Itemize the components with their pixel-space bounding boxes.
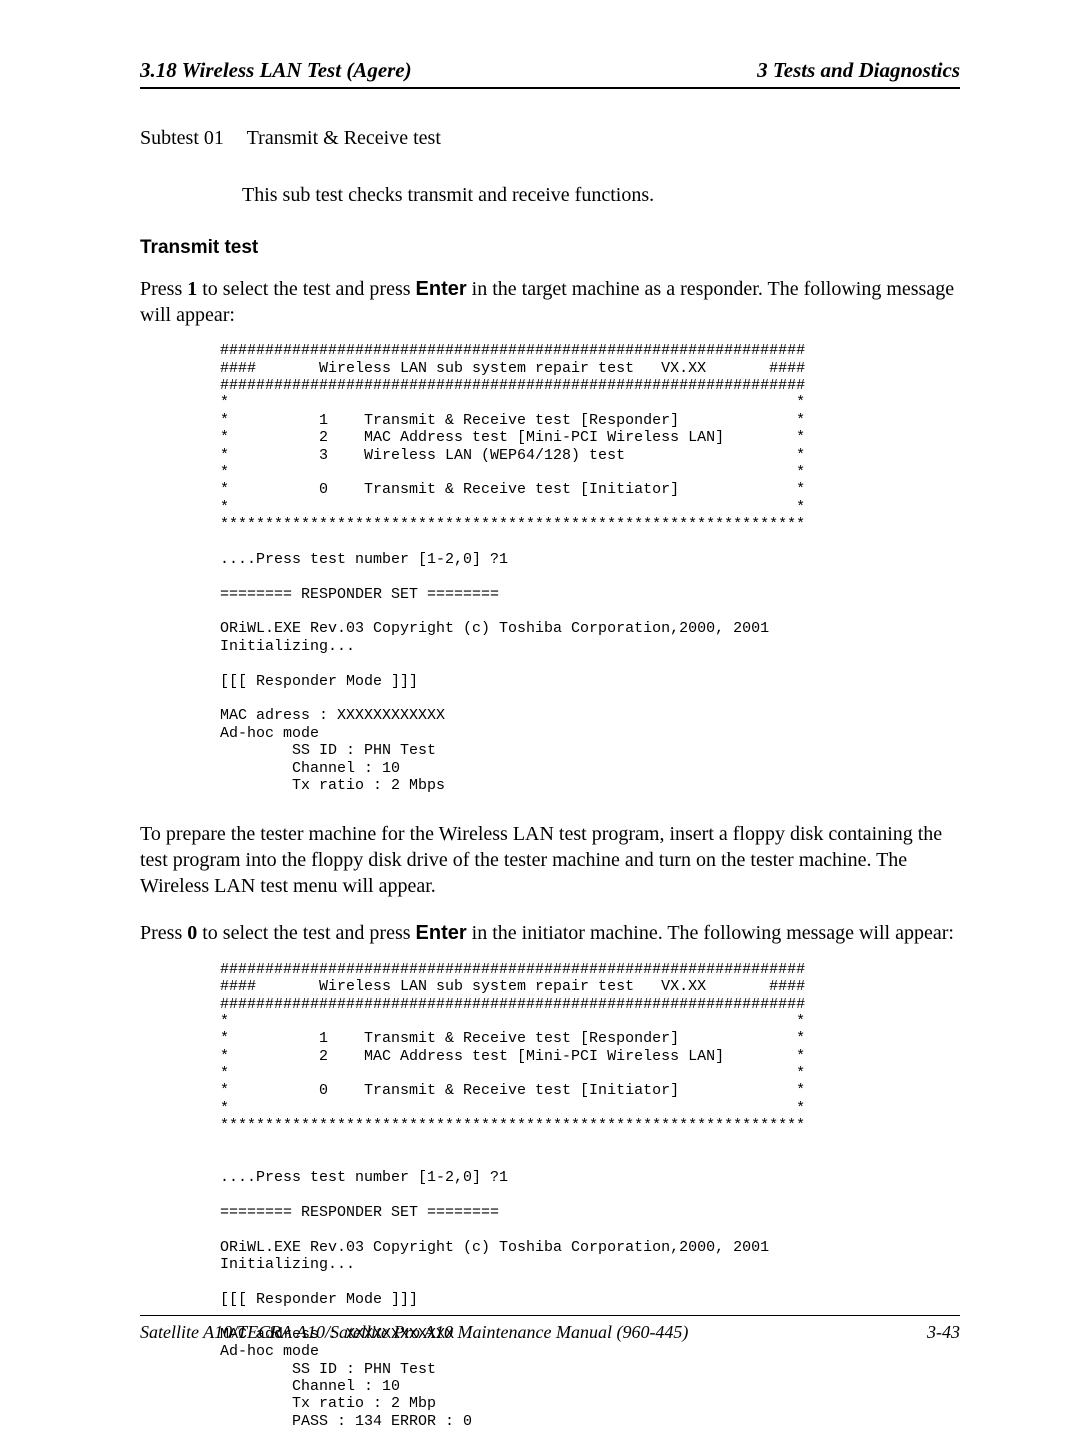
key-1: 1 bbox=[187, 278, 197, 300]
code-output-responder: ########################################… bbox=[220, 342, 960, 794]
subtest-description: This sub test checks transmit and receiv… bbox=[242, 184, 960, 207]
header-right: 3 Tests and Diagnostics bbox=[757, 58, 960, 83]
text: to select the test and press bbox=[197, 922, 415, 944]
subtest-row: Subtest 01 Transmit & Receive test bbox=[140, 127, 960, 150]
key-enter: Enter bbox=[416, 278, 467, 300]
paragraph-prepare-tester: To prepare the tester machine for the Wi… bbox=[140, 822, 960, 899]
text: Press bbox=[140, 278, 187, 300]
footer-right: 3-43 bbox=[927, 1322, 960, 1343]
page-header: 3.18 Wireless LAN Test (Agere) 3 Tests a… bbox=[140, 58, 960, 89]
code-output-initiator: ########################################… bbox=[220, 961, 960, 1430]
subtest-label: Subtest 01 bbox=[140, 127, 242, 150]
paragraph-press-0: Press 0 to select the test and press Ent… bbox=[140, 921, 960, 947]
text: Press bbox=[140, 922, 187, 944]
text: in the initiator machine. The following … bbox=[467, 922, 954, 944]
header-left: 3.18 Wireless LAN Test (Agere) bbox=[140, 58, 412, 83]
key-0: 0 bbox=[187, 922, 197, 944]
paragraph-press-1: Press 1 to select the test and press Ent… bbox=[140, 277, 960, 328]
page-footer: Satellite A10/TECRA A10/Satellite Pro A1… bbox=[140, 1315, 960, 1343]
footer-left: Satellite A10/TECRA A10/Satellite Pro A1… bbox=[140, 1322, 688, 1343]
text: to select the test and press bbox=[197, 278, 415, 300]
section-title-transmit-test: Transmit test bbox=[140, 237, 960, 259]
subtest-name: Transmit & Receive test bbox=[247, 127, 441, 149]
key-enter: Enter bbox=[416, 922, 467, 944]
